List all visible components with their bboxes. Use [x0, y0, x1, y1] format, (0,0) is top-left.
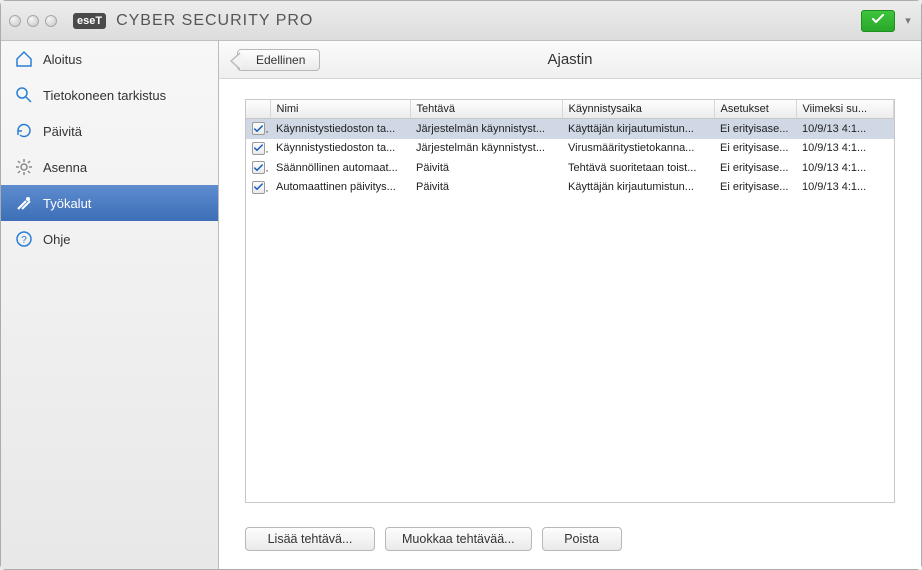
check-icon — [872, 14, 884, 27]
content-pane: Edellinen Ajastin Nimi Tehtävä Käynnisty… — [219, 41, 921, 569]
content-header: Edellinen Ajastin — [219, 41, 921, 79]
sidebar: Aloitus Tietokoneen tarkistus Päivitä As… — [1, 41, 219, 569]
refresh-icon — [15, 122, 33, 140]
sidebar-item-label: Ohje — [43, 232, 70, 247]
cell-kaynnistysaika: Käyttäjän kirjautumistun... — [562, 178, 714, 198]
col-nimi[interactable]: Nimi — [270, 100, 410, 119]
page-title: Ajastin — [219, 51, 921, 68]
col-viimeksi[interactable]: Viimeksi su... — [796, 100, 894, 119]
row-checkbox[interactable] — [252, 122, 265, 135]
cell-tehtava: Järjestelmän käynnistyst... — [410, 139, 562, 159]
svg-text:?: ? — [21, 235, 27, 246]
search-icon — [15, 86, 33, 104]
sidebar-item-tools[interactable]: Työkalut — [1, 185, 218, 221]
sidebar-item-label: Aloitus — [43, 52, 82, 67]
edit-task-button[interactable]: Muokkaa tehtävää... — [385, 527, 532, 551]
brand: eseT CYBER SECURITY PRO — [73, 12, 313, 30]
tools-icon — [15, 194, 33, 212]
cell-kaynnistysaika: Tehtävä suoritetaan toist... — [562, 158, 714, 178]
row-checkbox[interactable] — [252, 181, 265, 194]
col-asetukset[interactable]: Asetukset — [714, 100, 796, 119]
cell-asetukset: Ei erityisase... — [714, 178, 796, 198]
zoom-window-button[interactable] — [45, 15, 57, 27]
scheduler-table: Nimi Tehtävä Käynnistysaika Asetukset Vi… — [245, 99, 895, 503]
cell-tehtava: Päivitä — [410, 158, 562, 178]
sidebar-item-help[interactable]: ? Ohje — [1, 221, 218, 257]
brand-name: CYBER SECURITY PRO — [116, 12, 313, 30]
cell-asetukset: Ei erityisase... — [714, 119, 796, 139]
table-row[interactable]: Säännöllinen automaat...PäivitäTehtävä s… — [246, 158, 894, 178]
titlebar: eseT CYBER SECURITY PRO ▾ — [1, 1, 921, 41]
cell-viimeksi: 10/9/13 4:1... — [796, 158, 894, 178]
sidebar-item-setup[interactable]: Asenna — [1, 149, 218, 185]
cell-asetukset: Ei erityisase... — [714, 158, 796, 178]
cell-viimeksi: 10/9/13 4:1... — [796, 139, 894, 159]
col-tehtava[interactable]: Tehtävä — [410, 100, 562, 119]
cell-asetukset: Ei erityisase... — [714, 139, 796, 159]
col-kaynnistysaika[interactable]: Käynnistysaika — [562, 100, 714, 119]
cell-nimi: Käynnistystiedoston ta... — [270, 119, 410, 139]
table-header-row: Nimi Tehtävä Käynnistysaika Asetukset Vi… — [246, 100, 894, 119]
cell-nimi: Automaattinen päivitys... — [270, 178, 410, 198]
cell-kaynnistysaika: Käyttäjän kirjautumistun... — [562, 119, 714, 139]
cell-viimeksi: 10/9/13 4:1... — [796, 119, 894, 139]
gear-icon — [15, 158, 33, 176]
col-checkbox[interactable] — [246, 100, 270, 119]
table-row[interactable]: Käynnistystiedoston ta...Järjestelmän kä… — [246, 139, 894, 159]
cell-tehtava: Päivitä — [410, 178, 562, 198]
status-dropdown-button[interactable]: ▾ — [903, 14, 913, 27]
sidebar-item-update[interactable]: Päivitä — [1, 113, 218, 149]
row-checkbox[interactable] — [252, 142, 265, 155]
sidebar-item-label: Tietokoneen tarkistus — [43, 88, 166, 103]
brand-logo: eseT — [73, 13, 106, 29]
back-button[interactable]: Edellinen — [237, 49, 320, 71]
minimize-window-button[interactable] — [27, 15, 39, 27]
sidebar-item-label: Asenna — [43, 160, 87, 175]
protection-status-badge[interactable] — [861, 10, 895, 32]
delete-task-button[interactable]: Poista — [542, 527, 622, 551]
sidebar-item-label: Työkalut — [43, 196, 91, 211]
close-window-button[interactable] — [9, 15, 21, 27]
cell-tehtava: Järjestelmän käynnistyst... — [410, 119, 562, 139]
cell-nimi: Käynnistystiedoston ta... — [270, 139, 410, 159]
cell-kaynnistysaika: Virusmääritystietokanna... — [562, 139, 714, 159]
cell-viimeksi: 10/9/13 4:1... — [796, 178, 894, 198]
sidebar-item-label: Päivitä — [43, 124, 82, 139]
chevron-down-icon: ▾ — [905, 15, 911, 27]
table-row[interactable]: Automaattinen päivitys...PäivitäKäyttäjä… — [246, 178, 894, 198]
sidebar-item-home[interactable]: Aloitus — [1, 41, 218, 77]
row-checkbox[interactable] — [252, 161, 265, 174]
table-row[interactable]: Käynnistystiedoston ta...Järjestelmän kä… — [246, 119, 894, 139]
add-task-button[interactable]: Lisää tehtävä... — [245, 527, 375, 551]
cell-nimi: Säännöllinen automaat... — [270, 158, 410, 178]
home-icon — [15, 50, 33, 68]
help-icon: ? — [15, 230, 33, 248]
window-controls — [9, 15, 57, 27]
sidebar-item-scan[interactable]: Tietokoneen tarkistus — [1, 77, 218, 113]
footer-toolbar: Lisää tehtävä... Muokkaa tehtävää... Poi… — [219, 517, 921, 569]
